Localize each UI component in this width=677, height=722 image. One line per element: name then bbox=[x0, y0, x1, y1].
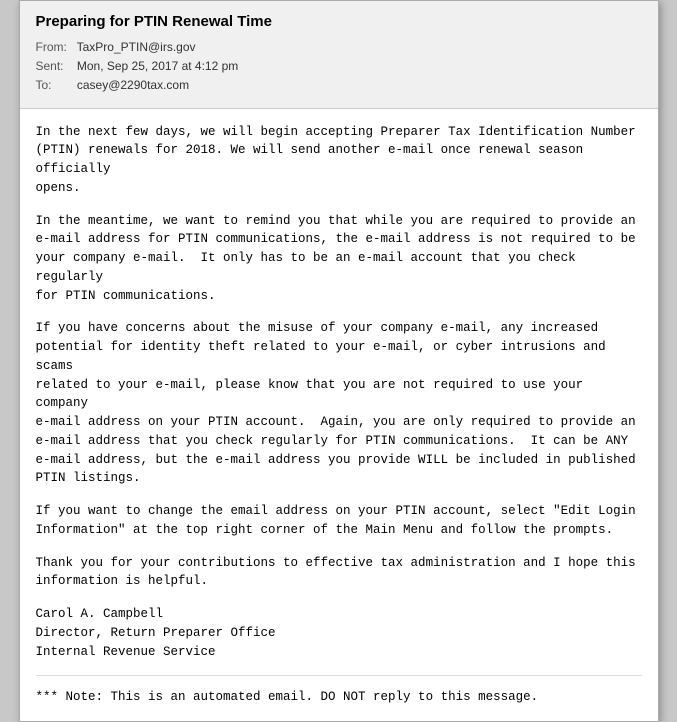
email-meta: From: TaxPro_PTIN@irs.gov Sent: Mon, Sep… bbox=[36, 38, 642, 96]
body-paragraph-5: Thank you for your contributions to effe… bbox=[36, 554, 642, 592]
body-paragraph-1: In the next few days, we will begin acce… bbox=[36, 123, 642, 198]
body-paragraph-4: If you want to change the email address … bbox=[36, 502, 642, 540]
email-from: From: TaxPro_PTIN@irs.gov bbox=[36, 38, 642, 57]
signature-line-2: Director, Return Preparer Office bbox=[36, 624, 642, 643]
sent-value: Mon, Sep 25, 2017 at 4:12 pm bbox=[77, 59, 238, 73]
email-header: Preparing for PTIN Renewal Time From: Ta… bbox=[20, 1, 658, 109]
body-paragraph-2: In the meantime, we want to remind you t… bbox=[36, 212, 642, 306]
email-body: In the next few days, we will begin acce… bbox=[20, 109, 658, 722]
email-sent: Sent: Mon, Sep 25, 2017 at 4:12 pm bbox=[36, 57, 642, 76]
from-value: TaxPro_PTIN@irs.gov bbox=[77, 40, 196, 54]
email-subject: Preparing for PTIN Renewal Time bbox=[36, 13, 642, 30]
signature-line-3: Internal Revenue Service bbox=[36, 643, 642, 662]
automated-note: *** Note: This is an automated email. DO… bbox=[36, 675, 642, 707]
email-signature: Carol A. Campbell Director, Return Prepa… bbox=[36, 605, 642, 661]
to-label: To: bbox=[36, 76, 74, 95]
email-window: Preparing for PTIN Renewal Time From: Ta… bbox=[19, 0, 659, 722]
email-to: To: casey@2290tax.com bbox=[36, 76, 642, 95]
note-text: *** Note: This is an automated email. DO… bbox=[36, 688, 642, 707]
signature-line-1: Carol A. Campbell bbox=[36, 605, 642, 624]
body-paragraph-3: If you have concerns about the misuse of… bbox=[36, 319, 642, 488]
from-label: From: bbox=[36, 38, 74, 57]
to-value: casey@2290tax.com bbox=[77, 78, 189, 92]
sent-label: Sent: bbox=[36, 57, 74, 76]
